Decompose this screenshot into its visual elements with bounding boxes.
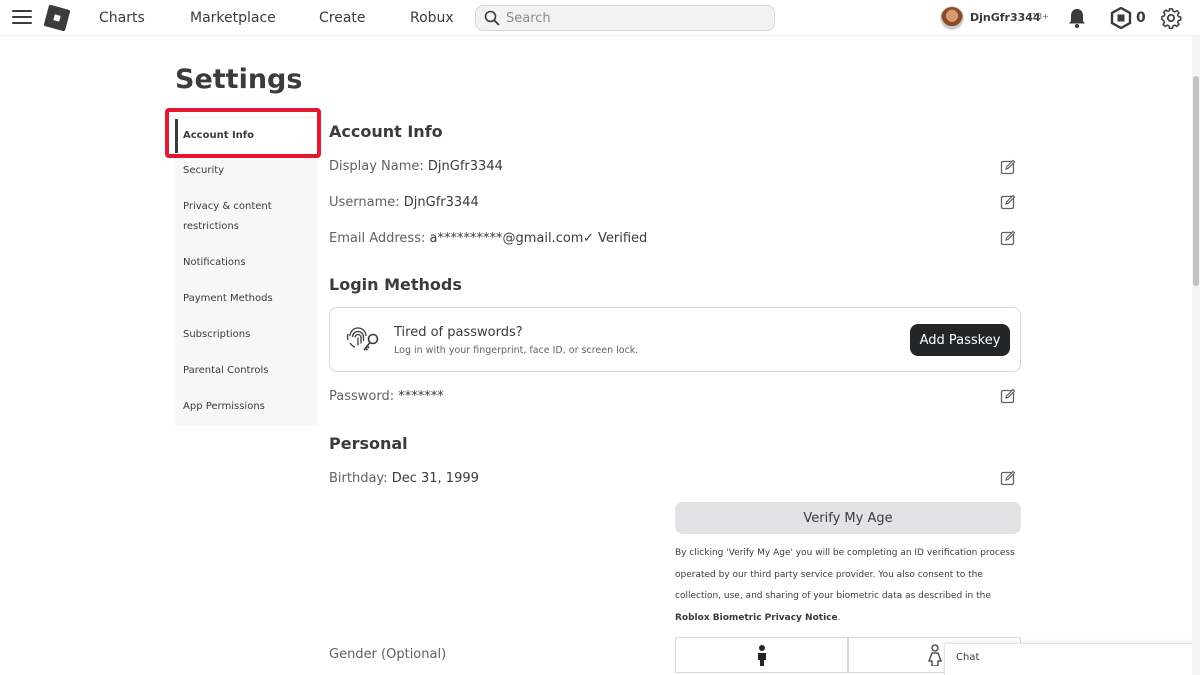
fingerprint-key-icon [346,327,379,351]
chat-label: Chat [956,652,980,663]
edit-username-icon[interactable] [1000,194,1016,210]
username-label: Username: [329,195,404,210]
sidebar-item-privacy[interactable]: Privacy & content [175,197,318,217]
nav-link-charts[interactable]: Charts [99,10,145,26]
search-icon [484,10,500,26]
gender-option-male[interactable] [675,637,848,673]
male-figure-icon [758,645,766,666]
section-title-login-methods: Login Methods [329,275,462,294]
verify-note-end: . [837,612,841,623]
female-figure-icon [928,644,942,666]
robux-icon[interactable] [1110,7,1132,29]
edit-email-icon[interactable] [1000,230,1016,246]
verify-my-age-button[interactable]: Verify My Age [675,502,1021,534]
edit-password-icon[interactable] [1000,388,1016,404]
nav-link-robux[interactable]: Robux [410,10,454,26]
sidebar-item-account-info[interactable]: Account Info [175,119,318,153]
verified-label: Verified [598,231,648,246]
passkey-description: Log in with your fingerprint, face ID, o… [394,345,639,356]
display-name-value: DjnGfr3344 [427,159,503,174]
passkey-card: Tired of passwords? Log in with your fin… [329,307,1021,372]
birthday-row: Birthday: Dec 31, 1999 [329,471,479,486]
chat-bar[interactable]: Chat [944,643,1200,675]
sidebar-item-payment-methods[interactable]: Payment Methods [175,289,318,309]
edit-display-name-icon[interactable] [1000,159,1016,175]
avatar[interactable] [940,6,964,30]
sidebar-item-security[interactable]: Security [175,161,318,181]
gender-label: Gender (Optional) [329,647,447,662]
sidebar-item-notifications[interactable]: Notifications [175,253,318,273]
password-row: Password: ******* [329,389,444,404]
menu-icon[interactable] [12,10,32,26]
birthday-label: Birthday: [329,471,392,486]
search-input[interactable] [506,9,766,27]
bell-icon[interactable] [1067,7,1087,29]
sidebar-item-privacy-line2[interactable]: restrictions [175,217,318,237]
sidebar-item-subscriptions[interactable]: Subscriptions [175,325,318,345]
display-name-row: Display Name: DjnGfr3344 [329,159,503,174]
section-title-personal: Personal [329,434,408,453]
birthday-value: Dec 31, 1999 [391,471,479,486]
passkey-title: Tired of passwords? [394,325,523,340]
settings-sidebar: Account Info Security Privacy & content … [175,116,318,426]
sidebar-item-app-permissions[interactable]: App Permissions [175,397,318,417]
robux-count: 0 [1136,10,1146,26]
nav-username[interactable]: DjnGfr3344 [970,11,1041,24]
page-scrollbar-track [1192,36,1200,675]
verify-age-note: By clicking 'Verify My Age' you will be … [675,543,1027,629]
gear-icon[interactable] [1160,7,1182,29]
biometric-privacy-link[interactable]: Roblox Biometric Privacy Notice [675,613,838,623]
nav-link-create[interactable]: Create [319,10,366,26]
edit-birthday-icon[interactable] [1000,470,1016,486]
email-row: Email Address: a**********@gmail.com [329,231,583,246]
email-label: Email Address: [329,231,430,246]
password-label: Password: [329,389,399,404]
sidebar-item-parental-controls[interactable]: Parental Controls [175,361,318,381]
verify-note-text: By clicking 'Verify My Age' you will be … [675,548,1015,601]
email-verified: ✓ Verified [583,231,647,246]
checkmark-icon: ✓ [583,231,599,246]
username-value: DjnGfr3344 [403,195,479,210]
section-title-account-info: Account Info [329,122,443,141]
roblox-logo[interactable] [43,4,71,32]
nav-link-marketplace[interactable]: Marketplace [190,10,276,26]
top-nav: Charts Marketplace Create Robux DjnGfr33… [0,0,1200,36]
age-badge: 13+ [1032,12,1049,21]
display-name-label: Display Name: [329,159,428,174]
username-row: Username: DjnGfr3344 [329,195,479,210]
add-passkey-button[interactable]: Add Passkey [910,324,1010,356]
email-value: a**********@gmail.com [429,231,584,246]
page-scrollbar-thumb[interactable] [1193,76,1199,286]
page-title: Settings [175,64,303,95]
password-value: ******* [398,389,444,404]
search-bar[interactable] [475,5,775,31]
